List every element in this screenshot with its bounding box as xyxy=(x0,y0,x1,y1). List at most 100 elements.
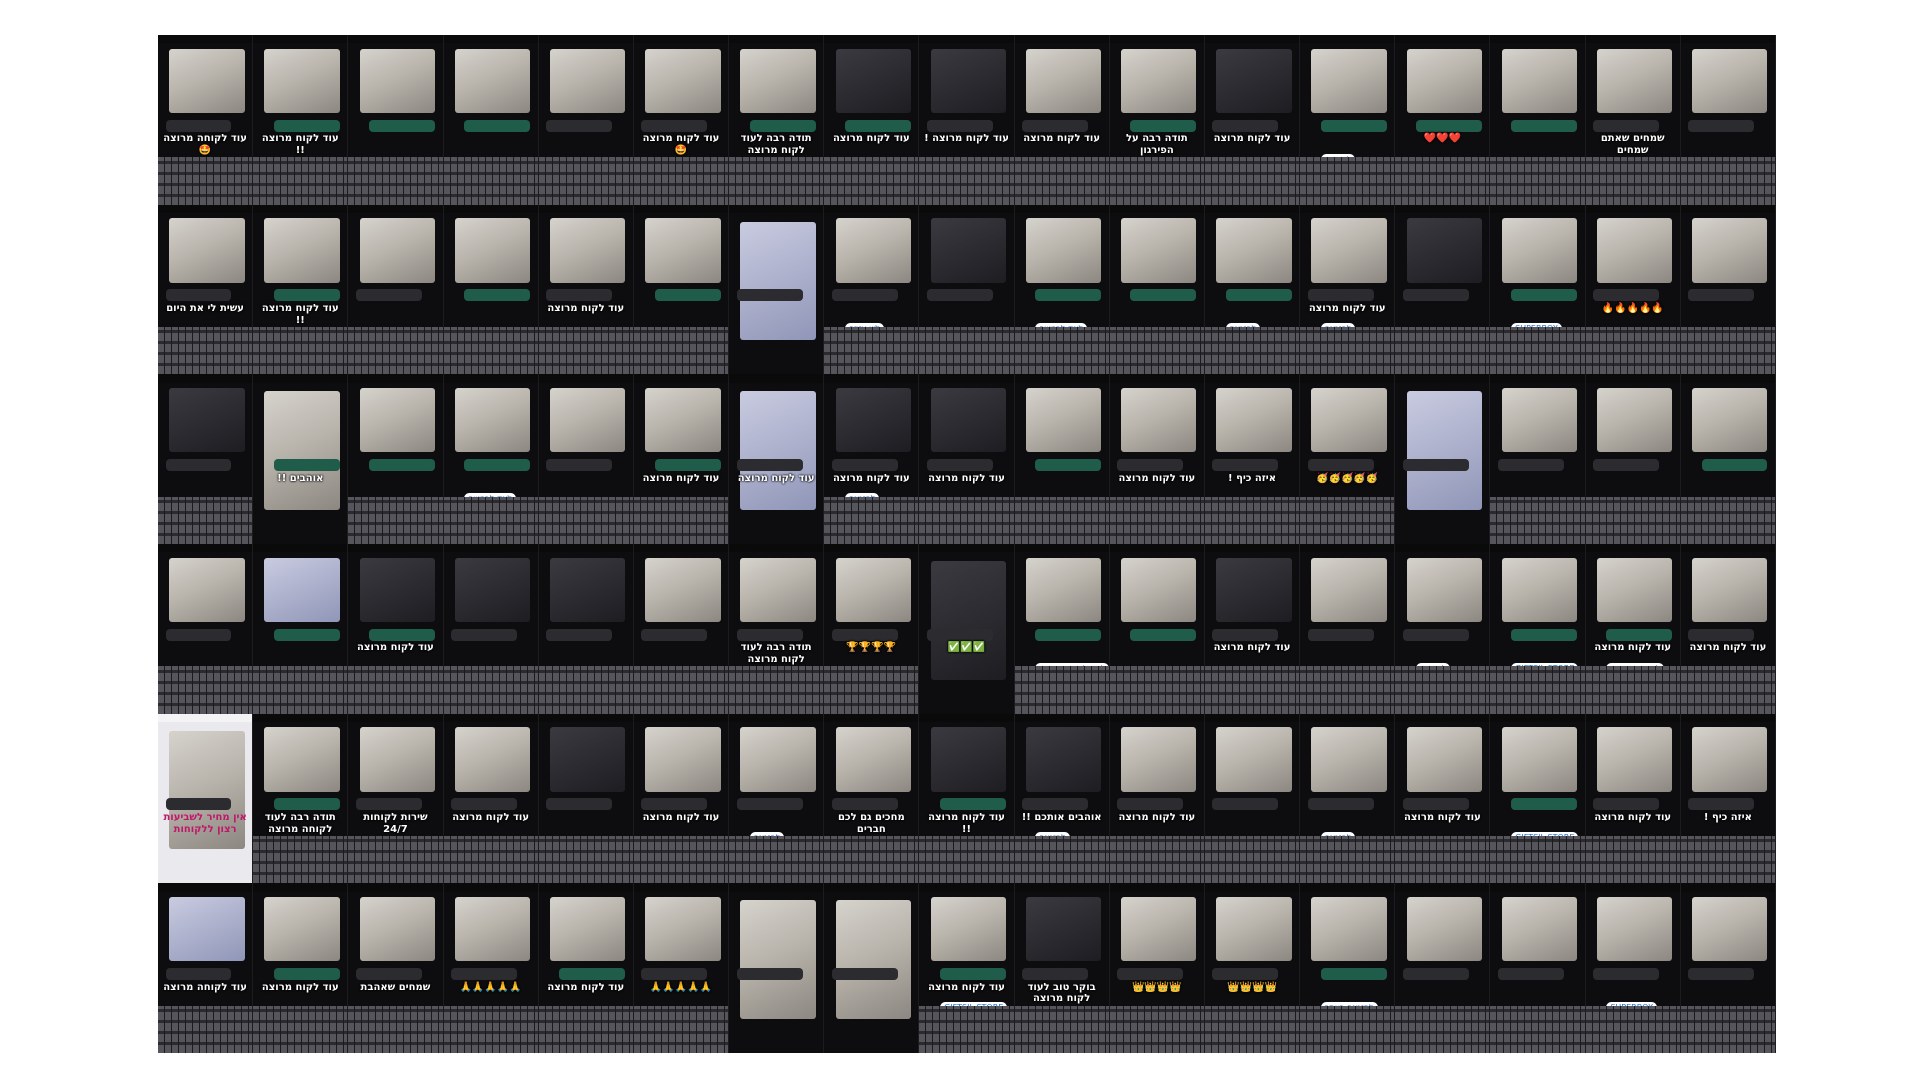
phone-keyboard xyxy=(1680,157,1775,205)
chat-screenshot-tile: עוד לקוח מרוצה !! xyxy=(253,35,349,205)
chat-bubble xyxy=(1307,289,1374,302)
chat-bubble xyxy=(641,968,708,981)
chat-bubble xyxy=(1212,119,1279,132)
chat-screenshot-tile: אין מחיר לשביעות רצון ללקוחות xyxy=(158,713,254,884)
product-photo xyxy=(1692,218,1768,283)
chat-screenshot-tile: SUPERBOX xyxy=(1490,204,1586,375)
testimonial-caption: עוד לקוח מרוצה xyxy=(547,303,625,315)
chat-bubble xyxy=(1593,289,1660,302)
phone-keyboard xyxy=(1300,835,1395,884)
product-photo xyxy=(264,896,340,962)
chat-bubble xyxy=(641,798,708,811)
product-photo xyxy=(1121,557,1197,623)
product-photo xyxy=(1501,896,1578,962)
status-bar xyxy=(1014,544,1109,553)
phone-keyboard xyxy=(633,157,729,205)
status-bar xyxy=(538,713,633,723)
chat-bubble xyxy=(165,119,232,132)
chat-bubble xyxy=(1320,968,1387,981)
phone-keyboard xyxy=(824,157,919,205)
testimonial-caption: עוד לקוח מרוצה xyxy=(452,812,529,824)
status-bar xyxy=(1204,544,1300,553)
product-photo xyxy=(1501,218,1578,283)
status-bar xyxy=(919,713,1014,723)
phone-keyboard xyxy=(348,326,443,375)
chat-bubble xyxy=(1117,968,1184,981)
chat-screenshot-tile xyxy=(158,374,254,544)
chat-bubble xyxy=(1511,119,1578,132)
status-bar xyxy=(1300,374,1395,383)
status-bar xyxy=(1014,713,1109,723)
testimonial-caption: אוהבים אותכם !! xyxy=(1021,812,1102,824)
chat-bubble xyxy=(1511,289,1578,302)
phone-keyboard xyxy=(538,496,633,544)
status-bar xyxy=(1109,35,1204,44)
status-bar xyxy=(1490,35,1585,44)
phone-keyboard xyxy=(824,666,919,714)
phone-keyboard xyxy=(729,835,824,884)
chat-bubble xyxy=(1688,968,1755,981)
phone-keyboard xyxy=(538,157,633,205)
status-bar xyxy=(538,883,633,892)
status-bar xyxy=(348,883,443,892)
product-photo xyxy=(550,48,626,114)
chat-bubble xyxy=(369,459,435,472)
phone-keyboard xyxy=(1204,326,1300,375)
phone-keyboard xyxy=(1585,326,1680,375)
phone-keyboard xyxy=(1680,326,1775,375)
chat-screenshot-tile xyxy=(158,544,254,714)
phone-keyboard xyxy=(1109,157,1204,205)
phone-keyboard xyxy=(538,326,633,375)
status-bar xyxy=(1585,374,1680,383)
phone-keyboard xyxy=(1395,666,1490,714)
chat-screenshot-tile xyxy=(443,544,539,714)
chat-bubble xyxy=(546,459,613,472)
product-photo xyxy=(835,387,911,453)
product-photo xyxy=(264,391,340,511)
chat-screenshot-tile: תודה רבה על הפירגון xyxy=(1109,35,1205,205)
status-bar xyxy=(1014,374,1109,383)
product-photo xyxy=(1121,387,1197,453)
product-photo xyxy=(1025,557,1102,623)
chat-screenshot-tile: עוד לקוח מרוצה xyxy=(1204,544,1301,714)
chat-screenshot-tile: GIFTSIL.STORE xyxy=(1490,544,1586,714)
product-photo xyxy=(550,218,626,283)
chat-screenshot-tile: ❤️❤️❤️ xyxy=(1395,35,1491,205)
status-bar xyxy=(1395,35,1490,44)
chat-bubble xyxy=(641,119,708,132)
product-photo xyxy=(169,557,245,623)
chat-screenshot-tile xyxy=(253,544,349,714)
chat-bubble xyxy=(1402,628,1469,641)
testimonial-caption: עוד לקוח מרוצה !! xyxy=(261,303,339,326)
chat-screenshot-tile xyxy=(348,374,444,544)
phone-keyboard xyxy=(1585,1005,1680,1053)
status-bar xyxy=(158,204,253,214)
status-bar xyxy=(1585,713,1680,723)
status-bar xyxy=(1490,544,1585,553)
testimonial-caption: עוד לקוח מרוצה xyxy=(1594,812,1672,824)
product-photo xyxy=(930,218,1007,283)
testimonial-caption: עוד לקוח מרוצה xyxy=(832,133,910,145)
status-bar xyxy=(1014,35,1109,44)
phone-keyboard xyxy=(1300,496,1395,544)
phone-keyboard xyxy=(1680,1005,1775,1053)
product-photo xyxy=(1406,391,1482,511)
testimonial-caption: עוד לקוח מרוצה xyxy=(928,472,1005,484)
chat-screenshot-tile: עוד לקוח מרוצה xyxy=(348,544,444,714)
status-bar xyxy=(824,713,919,723)
product-photo xyxy=(1311,557,1387,623)
phone-keyboard xyxy=(1204,666,1300,714)
product-photo xyxy=(740,727,816,792)
chat-bubble xyxy=(546,289,613,302)
chat-screenshot-tile xyxy=(729,204,825,375)
phone-keyboard xyxy=(633,326,729,375)
chat-screenshot-tile: להזמנה xyxy=(729,713,825,884)
status-bar xyxy=(1300,544,1395,553)
chat-screenshot-tile: 🏆🏆🏆🏆 xyxy=(824,544,920,714)
product-photo xyxy=(645,218,721,283)
product-photo xyxy=(1501,48,1578,114)
chat-bubble xyxy=(1022,119,1089,132)
phone-keyboard xyxy=(1014,496,1109,544)
product-photo xyxy=(264,48,340,114)
chat-screenshot-tile: עוד לקוח מרוצהGIFTSIL.STORE xyxy=(919,883,1015,1053)
